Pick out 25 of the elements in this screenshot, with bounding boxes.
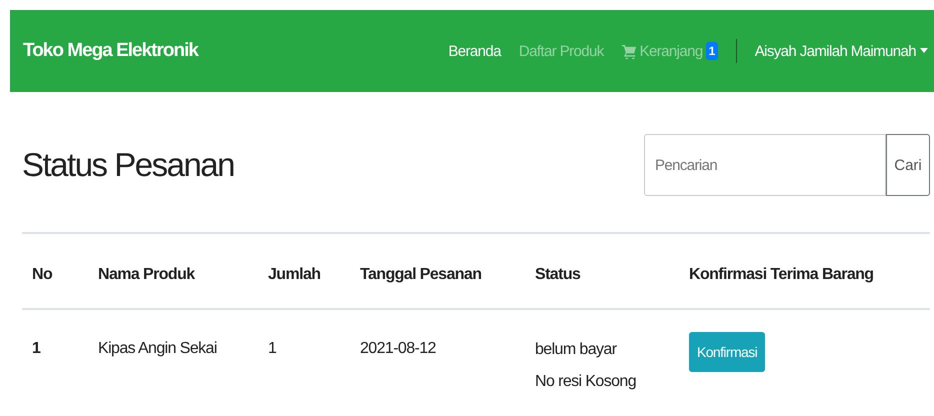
table-cell: Kipas Angin Sekai — [98, 340, 217, 357]
cart-label: Keranjang — [640, 42, 703, 60]
nav-link[interactable]: Beranda — [448, 42, 501, 60]
column-header: Tanggal Pesanan — [350, 233, 525, 309]
column-header: Konfirmasi Terima Barang — [679, 233, 930, 309]
brand-title[interactable]: Toko Mega Elektronik — [23, 40, 198, 62]
nav-link[interactable]: Keranjang 1 — [622, 42, 718, 60]
column-header: Nama Produk — [88, 233, 258, 309]
table-cell: 1 — [32, 340, 40, 357]
cart-icon — [622, 44, 637, 58]
table-cell: 2021-08-12 — [360, 340, 436, 357]
confirm-button[interactable]: Konfirmasi — [689, 332, 766, 372]
search-button[interactable]: Cari — [886, 134, 930, 196]
column-header: Jumlah — [258, 233, 350, 309]
nav-link[interactable]: Daftar Produk — [518, 42, 604, 60]
page-title: Status Pesanan — [22, 146, 234, 184]
column-header: Status — [525, 233, 679, 309]
search-field[interactable]: Pencarian — [644, 134, 886, 196]
cart-count-badge: 1 — [706, 42, 718, 60]
caret-icon — [920, 48, 928, 54]
status-text: belum bayar — [535, 340, 618, 360]
status-text: No resi Kosong — [535, 372, 637, 392]
column-header: No — [22, 233, 88, 309]
user-menu[interactable]: Aisyah Jamilah Maimunah — [754, 42, 928, 60]
table-cell: 1 — [268, 340, 276, 357]
